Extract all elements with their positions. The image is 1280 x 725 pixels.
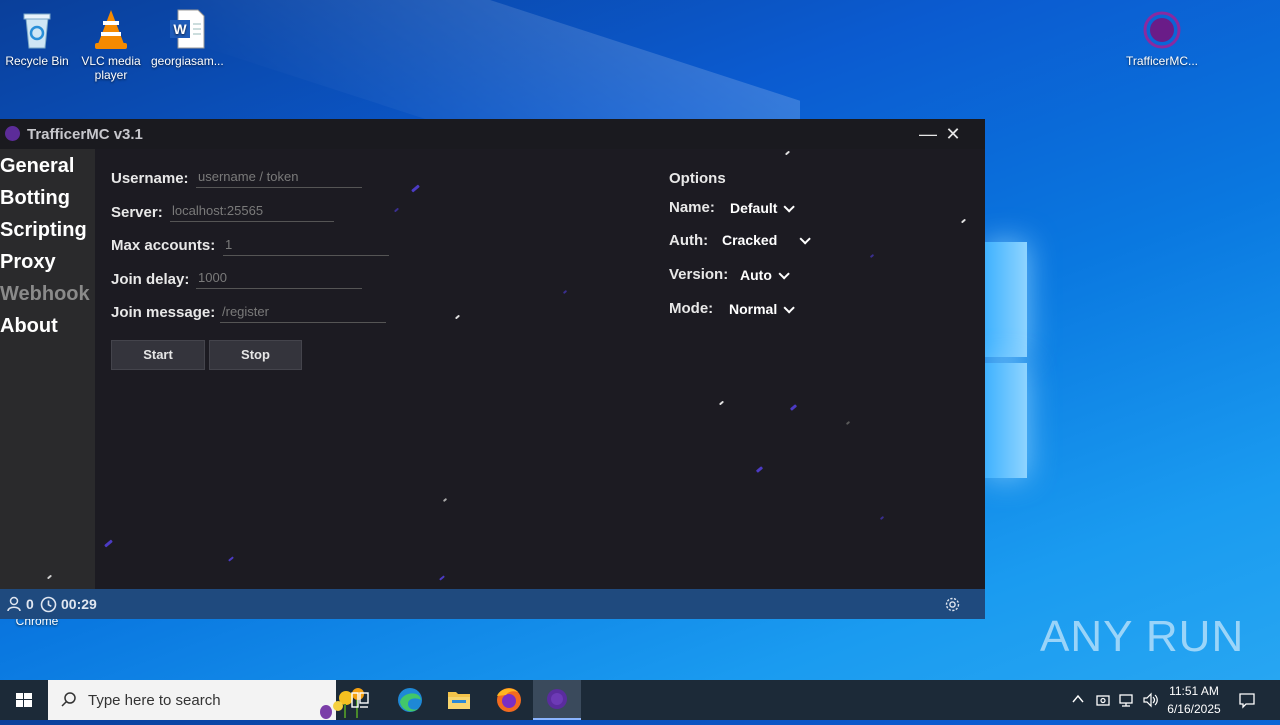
clock-time[interactable]: 11:51 AM [1162,684,1226,698]
options-heading: Options [669,170,726,187]
particle [789,404,798,411]
particle [442,497,448,503]
trafficermc-window: TrafficerMC v3.1 — ✕ General Botting Scr… [0,119,985,619]
word-document-icon: W [166,8,208,50]
join-message-input[interactable] [220,300,386,323]
sidebar-item-proxy[interactable]: Proxy [0,251,56,274]
desktop-icon-vlc[interactable]: VLC media player [75,0,147,82]
svg-text:W: W [173,21,187,37]
trafficermc-taskbar-icon[interactable] [533,680,581,720]
volume-icon[interactable] [1142,692,1160,713]
version-select[interactable]: Auto [740,267,790,283]
sidebar: General Botting Scripting Proxy Webhook … [0,149,103,589]
chevron-down-icon [783,302,796,314]
edge-icon[interactable] [386,680,434,720]
chevron-down-icon [783,201,796,213]
chevron-down-icon [799,233,812,245]
particle [228,556,234,562]
mode-option-label: Mode: [669,300,714,317]
desktop-icon-label: georgiasam... [151,54,224,68]
max-accounts-input[interactable] [223,233,389,256]
desktop-icon-label: Recycle Bin [5,54,69,68]
chevron-down-icon [778,268,790,280]
minimize-button[interactable]: — [917,124,939,144]
anyrun-watermark: ANY RUN [1040,612,1245,661]
title-bar[interactable]: TrafficerMC v3.1 — ✕ [0,119,985,149]
username-input[interactable] [196,165,362,188]
version-option-label: Version: [669,266,729,283]
join-message-label: Join message: [111,304,216,321]
sidebar-item-general[interactable]: General [0,155,74,178]
start-button-windows[interactable] [0,680,48,720]
trafficermc-icon [1141,8,1183,50]
firefox-icon[interactable] [484,680,532,720]
file-explorer-icon[interactable] [435,680,483,720]
particle [562,289,568,295]
name-option-label: Name: [669,199,715,216]
notifications-icon[interactable] [1238,691,1256,714]
desktop-icon-word-doc[interactable]: W georgiasam... [151,0,224,68]
name-select[interactable]: Default [730,200,796,216]
mode-select[interactable]: Normal [729,301,796,317]
particle [411,184,420,193]
bot-count: 0 [26,596,34,612]
user-icon [6,596,22,617]
general-panel: Username: Server: Max accounts: Join del… [95,149,985,589]
clock-date[interactable]: 6/16/2025 [1162,702,1226,716]
sidebar-item-webhook[interactable]: Webhook [0,283,90,306]
particle [869,253,875,259]
gear-icon[interactable] [944,596,961,618]
close-button[interactable]: ✕ [942,124,964,144]
window-title: TrafficerMC v3.1 [27,126,143,143]
max-accounts-label: Max accounts: [111,237,216,254]
version-select-value: Auto [740,267,772,283]
stop-button[interactable]: Stop [209,340,302,370]
status-bar: 0 00:29 [0,589,985,619]
join-delay-label: Join delay: [111,271,190,288]
particle [960,218,967,224]
particle [46,574,53,580]
windows-icon [16,693,32,707]
search-placeholder: Type here to search [88,692,221,709]
desktop-icon-label: TrafficerMC... [1126,54,1199,68]
particle [439,575,445,581]
chevron-up-icon[interactable] [1071,692,1085,711]
taskbar: Type here to search 11:51 AM 6/16/2025 [0,680,1280,720]
mode-select-value: Normal [729,301,778,317]
desktop-icon-trafficermc[interactable]: TrafficerMC... [1126,0,1198,68]
vlc-icon [90,8,132,50]
desktop-icon-recycle-bin[interactable]: Recycle Bin [1,0,73,68]
desktop-icon-label: VLC media player [81,54,141,82]
clock-icon [40,596,57,618]
particle [454,314,461,320]
sidebar-item-botting[interactable]: Botting [0,187,70,210]
particle [845,420,851,426]
auth-select-value: Cracked [722,232,778,248]
sidebar-item-about[interactable]: About [0,315,58,338]
app-logo-icon [5,126,20,141]
auth-select[interactable]: Cracked [722,232,812,248]
particle [718,400,725,406]
network-icon[interactable] [1118,692,1136,713]
name-select-value: Default [730,200,778,216]
particle [104,539,113,548]
sidebar-item-scripting[interactable]: Scripting [0,219,87,242]
security-icon[interactable] [1095,692,1111,713]
particle [755,466,764,473]
windows-wallpaper-logo [985,240,1029,480]
particle [784,150,791,156]
task-view-icon[interactable] [336,680,384,720]
recycle-bin-icon [16,8,58,50]
start-button[interactable]: Start [111,340,205,370]
search-icon [60,691,78,714]
username-label: Username: [111,170,189,187]
auth-option-label: Auth: [669,232,709,249]
join-delay-input[interactable] [196,266,362,289]
server-input[interactable] [170,199,334,222]
particle [879,515,885,521]
particle [393,207,400,213]
elapsed-timer: 00:29 [61,596,97,612]
taskbar-search[interactable]: Type here to search [48,680,364,720]
server-label: Server: [111,204,163,221]
